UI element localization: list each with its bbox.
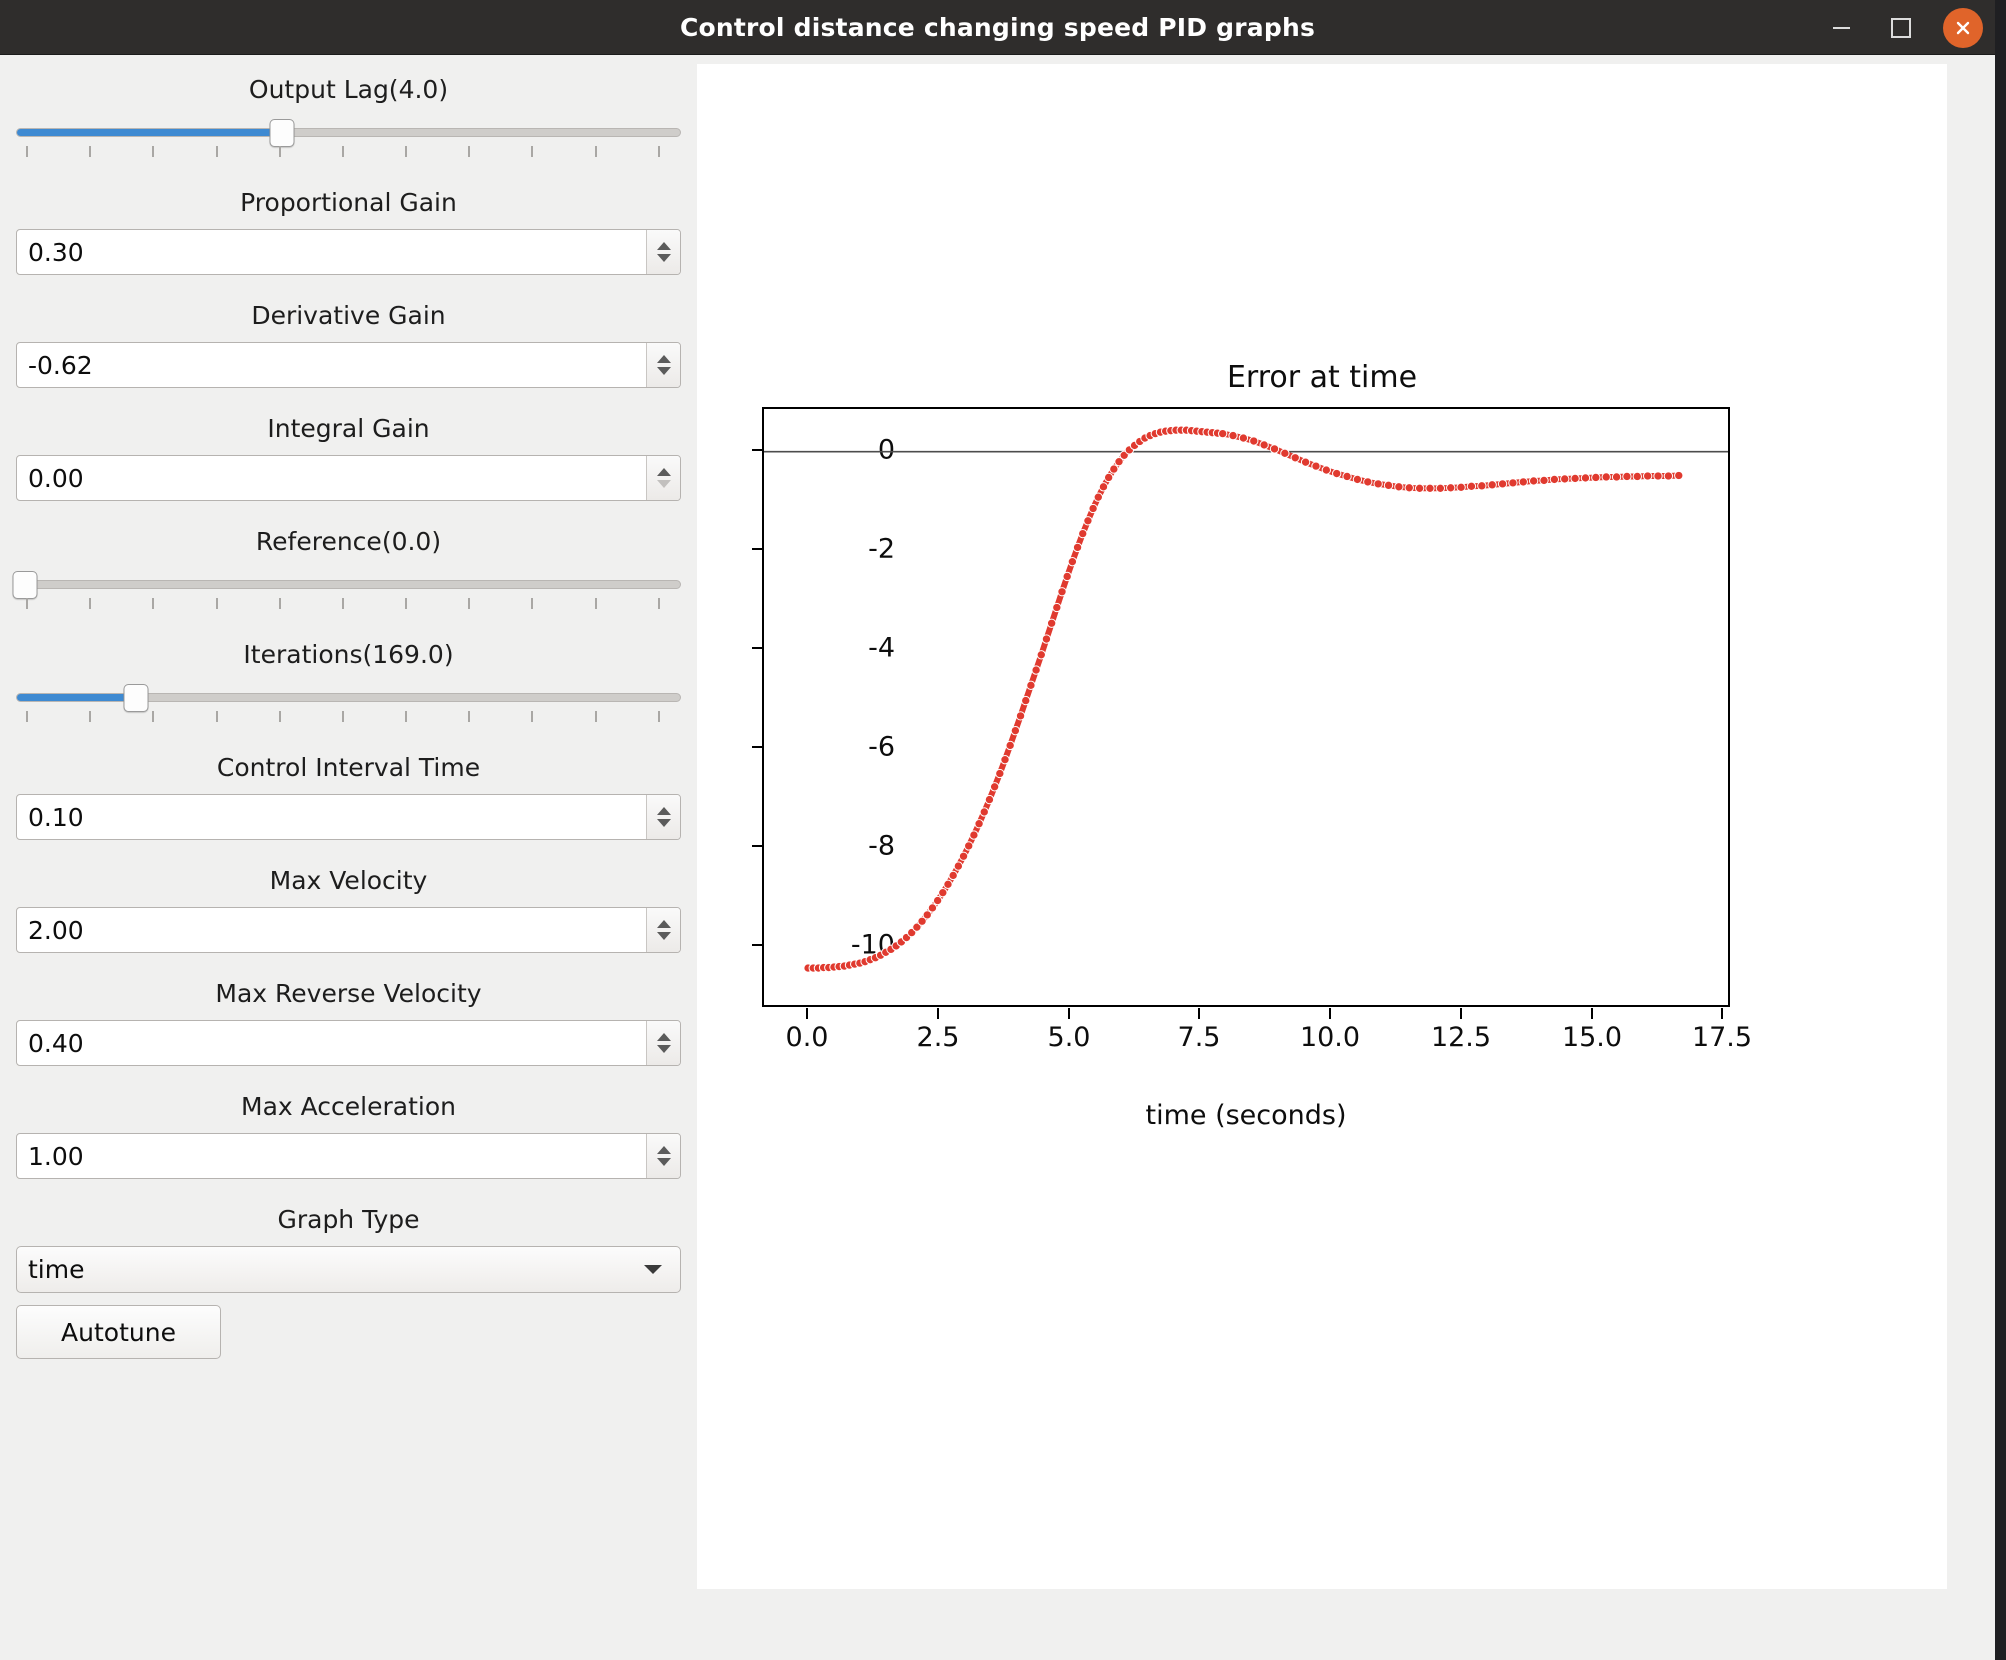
iterations-label: Iterations(169.0) <box>243 640 454 669</box>
derivative-gain-value[interactable]: -0.62 <box>17 351 646 380</box>
max-velocity-label: Max Velocity <box>269 866 428 895</box>
arrow-down-icon <box>656 480 671 488</box>
chart-title: Error at time <box>1226 360 1418 395</box>
slider-ticks <box>16 711 681 725</box>
slider-handle[interactable] <box>12 571 38 599</box>
arrow-down-icon[interactable] <box>656 932 671 940</box>
arrow-down-icon[interactable] <box>656 1158 671 1166</box>
controls-sidebar: Output Lag(4.0) Proportional Gain 0.30 D… <box>0 55 697 1660</box>
xtick-label-4: 10.0 <box>1299 1022 1361 1053</box>
max-acceleration-label: Max Acceleration <box>241 1092 456 1121</box>
slider-fill <box>17 129 283 136</box>
max-acceleration-value[interactable]: 1.00 <box>17 1142 646 1171</box>
reference-label: Reference(0.0) <box>255 527 442 556</box>
derivative-gain-label: Derivative Gain <box>251 301 446 330</box>
control-interval-time-label: Control Interval Time <box>216 753 481 782</box>
slider-handle[interactable] <box>123 684 149 712</box>
iterations-slider[interactable] <box>16 681 681 733</box>
proportional-gain-value[interactable]: 0.30 <box>17 238 646 267</box>
chart-axes <box>762 407 1730 1007</box>
spinner-buttons[interactable] <box>646 1134 680 1178</box>
slider-track[interactable] <box>16 693 681 702</box>
arrow-up-icon[interactable] <box>656 468 671 476</box>
arrow-up-icon[interactable] <box>656 242 671 250</box>
max-velocity-spinbox[interactable]: 2.00 <box>16 907 681 953</box>
xtick-mark <box>1721 1008 1723 1019</box>
application-window: Control distance changing speed PID grap… <box>0 0 1995 1660</box>
arrow-up-icon[interactable] <box>656 1033 671 1041</box>
xtick-label-3: 7.5 <box>1177 1022 1221 1053</box>
slider-ticks <box>16 146 681 160</box>
xtick-mark <box>937 1008 939 1019</box>
window-body: Error at time 0 -2 -4 -6 -8 -10 0.0 2.5 … <box>0 55 1995 1660</box>
window-controls <box>1823 0 1983 55</box>
maximize-icon[interactable] <box>1883 10 1919 46</box>
close-icon[interactable] <box>1943 7 1983 48</box>
xtick-mark <box>1198 1008 1200 1019</box>
arrow-up-icon[interactable] <box>656 1146 671 1154</box>
arrow-up-icon[interactable] <box>656 920 671 928</box>
graph-type-dropdown[interactable]: time <box>16 1246 681 1293</box>
xtick-label-1: 2.5 <box>916 1022 960 1053</box>
spinner-buttons[interactable] <box>646 795 680 839</box>
arrow-down-icon[interactable] <box>656 367 671 375</box>
slider-track[interactable] <box>16 580 681 589</box>
xtick-label-6: 15.0 <box>1561 1022 1623 1053</box>
arrow-down-icon[interactable] <box>656 819 671 827</box>
arrow-up-icon[interactable] <box>656 355 671 363</box>
integral-gain-value[interactable]: 0.00 <box>17 464 646 493</box>
max-velocity-value[interactable]: 2.00 <box>17 916 646 945</box>
max-reverse-velocity-label: Max Reverse Velocity <box>215 979 482 1008</box>
slider-track[interactable] <box>16 128 681 137</box>
max-reverse-velocity-spinbox[interactable]: 0.40 <box>16 1020 681 1066</box>
xtick-mark <box>1591 1008 1593 1019</box>
xtick-label-0: 0.0 <box>785 1022 829 1053</box>
xtick-mark <box>1329 1008 1331 1019</box>
arrow-down-icon[interactable] <box>656 1045 671 1053</box>
control-interval-time-value[interactable]: 0.10 <box>17 803 646 832</box>
output-lag-label: Output Lag(4.0) <box>248 75 449 104</box>
xtick-mark <box>1068 1008 1070 1019</box>
window-title: Control distance changing speed PID grap… <box>679 12 1316 42</box>
plot-canvas[interactable]: Error at time 0 -2 -4 -6 -8 -10 0.0 2.5 … <box>697 64 1947 1589</box>
xtick-label-2: 5.0 <box>1047 1022 1091 1053</box>
slider-ticks <box>16 598 681 612</box>
derivative-gain-spinbox[interactable]: -0.62 <box>16 342 681 388</box>
xtick-mark <box>1460 1008 1462 1019</box>
proportional-gain-spinbox[interactable]: 0.30 <box>16 229 681 275</box>
max-reverse-velocity-value[interactable]: 0.40 <box>17 1029 646 1058</box>
spinner-buttons[interactable] <box>646 908 680 952</box>
spinner-buttons[interactable] <box>646 1021 680 1065</box>
xtick-mark <box>806 1008 808 1019</box>
desktop-background-strip <box>1995 0 2006 1660</box>
spinner-buttons[interactable] <box>646 456 680 500</box>
integral-gain-spinbox[interactable]: 0.00 <box>16 455 681 501</box>
proportional-gain-label: Proportional Gain <box>240 188 457 217</box>
spinner-buttons[interactable] <box>646 230 680 274</box>
xtick-label-7: 17.5 <box>1691 1022 1753 1053</box>
slider-handle[interactable] <box>269 119 295 147</box>
arrow-down-icon[interactable] <box>656 254 671 262</box>
control-interval-time-spinbox[interactable]: 0.10 <box>16 794 681 840</box>
arrow-up-icon[interactable] <box>656 807 671 815</box>
xtick-label-5: 12.5 <box>1430 1022 1492 1053</box>
autotune-button[interactable]: Autotune <box>16 1305 221 1359</box>
integral-gain-label: Integral Gain <box>267 414 430 443</box>
minimize-icon[interactable] <box>1823 10 1859 46</box>
spinner-buttons[interactable] <box>646 343 680 387</box>
chevron-down-icon[interactable] <box>644 1265 662 1274</box>
title-bar: Control distance changing speed PID grap… <box>0 0 1995 55</box>
graph-type-label: Graph Type <box>277 1205 420 1234</box>
output-lag-slider[interactable] <box>16 116 681 168</box>
chart-xlabel: time (seconds) <box>1145 1100 1347 1131</box>
desktop: Control distance changing speed PID grap… <box>0 0 2006 1660</box>
reference-slider[interactable] <box>12 568 681 620</box>
graph-type-value: time <box>28 1255 85 1284</box>
max-acceleration-spinbox[interactable]: 1.00 <box>16 1133 681 1179</box>
slider-fill <box>17 694 137 701</box>
